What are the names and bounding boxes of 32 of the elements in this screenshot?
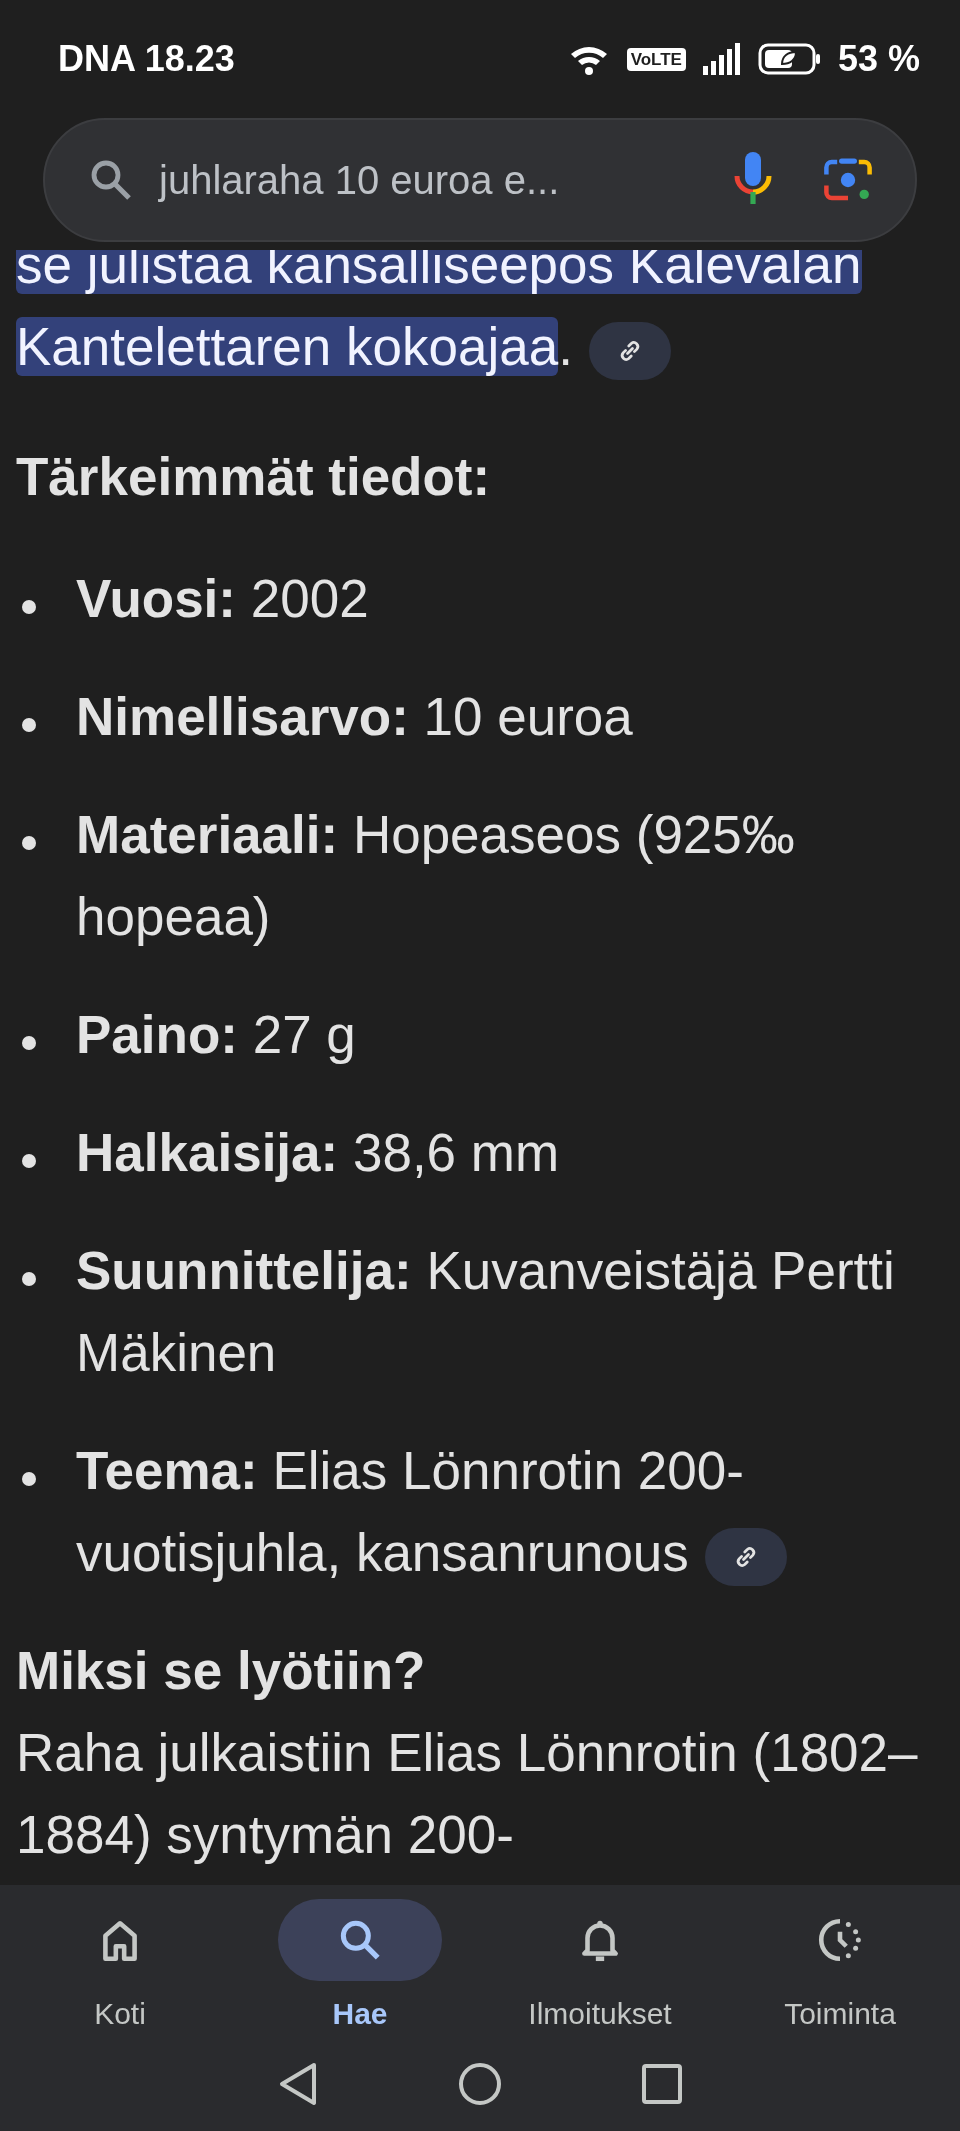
section-heading: Miksi se lyötiin? [16, 1640, 427, 1702]
nav-tab[interactable]: Ilmoitukset [480, 1889, 720, 2036]
fact-text: Vuosi: 2002 [76, 569, 369, 628]
bullet-dot [22, 1272, 36, 1286]
fact-text: Suunnittelija: Kuvanveistäjä Pertti Mäkinen [76, 1241, 895, 1382]
bullet-dot [22, 718, 36, 732]
highlighted-text: Kantelettaren kokoajaa [16, 317, 559, 376]
carrier-time: DNA 18.23 [58, 37, 235, 81]
battery-percent: 53 % [837, 37, 920, 81]
battery-icon [757, 42, 822, 76]
fact-text: Nimellisarvo: 10 euroa [76, 687, 633, 746]
nav-tab[interactable]: Hae [240, 1889, 480, 2036]
bullet-dot [22, 1154, 36, 1168]
nav-tab[interactable]: Toiminta [720, 1889, 960, 2036]
section-heading: Tärkeimmät tiedot: [16, 446, 492, 508]
back-icon[interactable] [278, 2062, 318, 2106]
signal-icon [701, 42, 742, 76]
paragraph: Raha julkaistiin Elias Lönnrotin (1802–1884) syntymän 200- [16, 1722, 919, 1866]
search-field[interactable]: juhlaraha 10 euroa e... [43, 118, 917, 242]
home-icon[interactable] [458, 2062, 502, 2106]
bullet-dot [22, 836, 36, 850]
nav-tab[interactable]: Koti [0, 1889, 240, 2036]
fact-text: Paino: 27 g [76, 1005, 356, 1064]
bullet-dot [22, 1036, 36, 1050]
recents-icon[interactable] [642, 2064, 682, 2104]
bullet-dot [22, 1472, 36, 1486]
fact-text: Materiaali: Hopeaseos (925‰ hopeaa) [76, 805, 795, 946]
volte-badge: VoLTE [626, 47, 686, 71]
period-text: . [558, 317, 573, 376]
fact-text: Halkaisija: 38,6 mm [76, 1123, 560, 1182]
fact-text: Teema: Elias Lönnrotin 200-vuotisjuhla, kansanrunous [76, 1441, 744, 1582]
bullet-dot [22, 600, 36, 614]
